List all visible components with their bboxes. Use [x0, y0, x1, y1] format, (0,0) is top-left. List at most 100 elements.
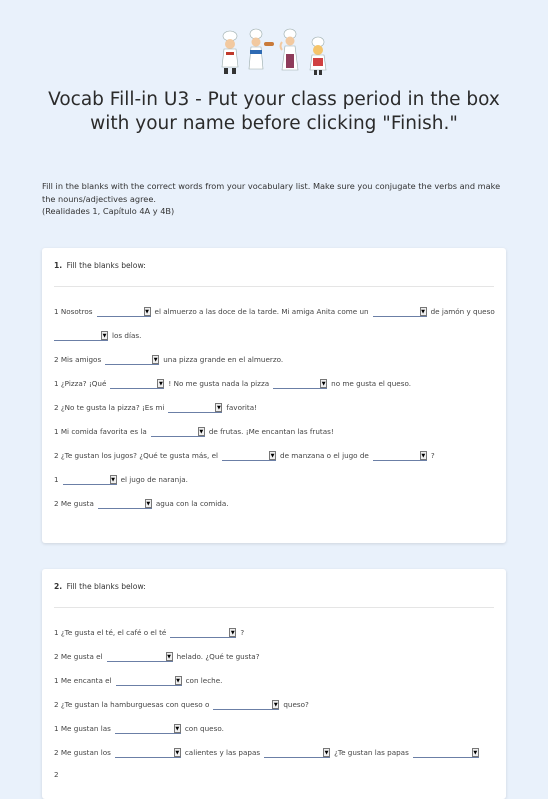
- blank-dropdown[interactable]: ▼: [114, 724, 181, 734]
- chevron-down-icon: ▼: [323, 748, 331, 757]
- sentence-text: 1: [54, 475, 59, 484]
- blank-dropdown[interactable]: ▼: [372, 307, 427, 317]
- sentence-text: el almuerzo a las doce de la tarde. Mi a…: [154, 307, 369, 316]
- chevron-down-icon: ▼: [419, 307, 427, 316]
- question-number: 1.: [54, 261, 63, 270]
- sentence-line: 1 ▼ el jugo de naranja.: [54, 474, 188, 486]
- sentence-line: 2 Mis amigos ▼ una pizza grande en el almu…: [54, 354, 283, 366]
- sentence-text: 2 ¿Te gustan la hamburguesas con queso o: [54, 700, 210, 709]
- blank-dropdown[interactable]: ▼: [114, 748, 181, 758]
- chevron-down-icon: ▼: [419, 451, 427, 460]
- sentence-line: 1 ¿Pizza? ¡Qué ▼! No me gusta nada la piz…: [54, 378, 411, 390]
- sentence-text: 2 ¿Te gustan los jugos? ¿Qué te gusta má…: [54, 451, 219, 460]
- divider: [54, 286, 494, 287]
- blank-dropdown[interactable]: ▼: [412, 748, 479, 758]
- sentence-text: 1 ¿Pizza? ¡Qué: [54, 379, 107, 388]
- blank-dropdown[interactable]: ▼: [222, 451, 277, 461]
- chevron-down-icon: ▼: [320, 379, 328, 388]
- sentence-line: 2 Me gusta el ▼ helado. ¿Qué te gusta?: [54, 651, 260, 663]
- sentence-text: 2 Mis amigos: [54, 355, 102, 364]
- sentence-text: 1 Nosotros: [54, 307, 93, 316]
- sentence-line: 1 ¿Te gusta el té, el café o el té ▼?: [54, 627, 244, 639]
- chevron-down-icon: ▼: [101, 331, 108, 340]
- sentence-text: ?: [240, 628, 245, 637]
- sentence-text: helado. ¿Qué te gusta?: [176, 652, 260, 661]
- divider: [54, 607, 494, 608]
- sentence-line: 2 ¿Te gustan los jugos? ¿Qué te gusta má…: [54, 450, 435, 462]
- blank-dropdown[interactable]: ▼: [115, 676, 182, 686]
- blank-dropdown[interactable]: ▼: [372, 451, 427, 461]
- sentence-text: no me gusta el queso.: [331, 379, 411, 388]
- sentence-line: 2 ¿No te gusta la pizza? ¡Es mi ▼ favorita…: [54, 402, 257, 414]
- question-header: 2. Fill the blanks below:: [54, 582, 146, 591]
- intro-text: Fill in the blanks with the correct word…: [42, 181, 501, 204]
- intro-source: (Realidades 1, Capítulo 4A y 4B): [42, 206, 175, 216]
- sentence-text: 1 Me gustan las: [54, 724, 111, 733]
- blank-dropdown[interactable]: ▼: [170, 628, 237, 638]
- question-card-2: 2. Fill the blanks below: 1 ¿Te gusta el…: [42, 569, 506, 799]
- sentence-line: 1 Nosotros ▼ el almuerzo a las doce de la …: [54, 306, 495, 318]
- sentence-text: 1 Mi comida favorita es la: [54, 427, 147, 436]
- chevron-down-icon: ▼: [229, 628, 237, 637]
- chevron-down-icon: ▼: [174, 676, 182, 685]
- chevron-down-icon: ▼: [471, 748, 479, 757]
- sentence-text: con leche.: [185, 676, 223, 685]
- sentence-text: 1 Me encanta el: [54, 676, 112, 685]
- blank-dropdown[interactable]: ▼: [105, 355, 160, 365]
- blank-dropdown[interactable]: ▼: [62, 475, 117, 485]
- sentence-text: 2 Me gusta el: [54, 652, 103, 661]
- sentence-text: una pizza grande en el almuerzo.: [163, 355, 284, 364]
- sentence-line: 2 Me gusta ▼ agua con la comida.: [54, 498, 229, 510]
- sentence-line: ▼ los días.: [54, 330, 141, 342]
- sentence-text: ! No me gusta nada la pizza: [168, 379, 270, 388]
- sentence-line: 2 Me gustan los ▼ calientes y las papas ▼ ¿T…: [54, 747, 483, 759]
- question-header: 1. Fill the blanks below:: [54, 261, 146, 270]
- blank-dropdown[interactable]: ▼: [264, 748, 331, 758]
- sentence-text: con queso.: [184, 724, 224, 733]
- chevron-down-icon: ▼: [173, 748, 181, 757]
- sentence-line: 2: [54, 769, 59, 781]
- sentence-text: 2 Me gusta: [54, 499, 94, 508]
- question-prompt: Fill the blanks below:: [66, 261, 146, 270]
- sentence-text: queso?: [283, 700, 309, 709]
- question-card-1: 1. Fill the blanks below: 1 Nosotros ▼ el …: [42, 248, 506, 543]
- sentence-text: 2 ¿No te gusta la pizza? ¡Es mi: [54, 403, 165, 412]
- blank-dropdown[interactable]: ▼: [273, 379, 328, 389]
- blank-dropdown[interactable]: ▼: [96, 307, 151, 317]
- chevron-down-icon: ▼: [272, 700, 280, 709]
- chevron-down-icon: ▼: [157, 379, 165, 388]
- chefs-illustration-icon: [221, 28, 327, 75]
- chevron-down-icon: ▼: [215, 403, 223, 412]
- sentence-text: 2: [54, 770, 59, 779]
- blank-dropdown[interactable]: ▼: [213, 700, 280, 710]
- sentence-text: de manzana o el jugo de: [280, 451, 369, 460]
- chevron-down-icon: ▼: [144, 499, 152, 508]
- chevron-down-icon: ▼: [173, 724, 181, 733]
- sentence-text: agua con la comida.: [155, 499, 229, 508]
- blank-dropdown[interactable]: ▼: [168, 403, 223, 413]
- sentence-line: 2 ¿Te gustan la hamburguesas con queso o…: [54, 699, 309, 711]
- sentence-text: el jugo de naranja.: [120, 475, 188, 484]
- blank-dropdown[interactable]: ▼: [54, 331, 108, 341]
- sentence-text: favorita!: [226, 403, 258, 412]
- sentence-text: 2 Me gustan los: [54, 748, 111, 757]
- blank-dropdown[interactable]: ▼: [110, 379, 165, 389]
- form-description: Fill in the blanks with the correct word…: [42, 180, 512, 218]
- chevron-down-icon: ▼: [269, 451, 277, 460]
- question-prompt: Fill the blanks below:: [66, 582, 146, 591]
- form-title: Vocab Fill-in U3 - Put your class period…: [48, 89, 500, 134]
- chevron-down-icon: ▼: [197, 427, 205, 436]
- blank-dropdown[interactable]: ▼: [97, 499, 152, 509]
- sentence-text: ?: [430, 451, 435, 460]
- blank-dropdown[interactable]: ▼: [106, 652, 173, 662]
- sentence-text: de frutas. ¡Me encantan las frutas!: [208, 427, 334, 436]
- question-number: 2.: [54, 582, 63, 591]
- sentence-text: 1 ¿Te gusta el té, el café o el té: [54, 628, 167, 637]
- sentence-text: ¿Te gustan las papas: [334, 748, 409, 757]
- sentence-line: 1 Me gustan las ▼ con queso.: [54, 723, 224, 735]
- sentence-line: 1 Mi comida favorita es la ▼ de frutas. ¡M…: [54, 426, 334, 438]
- chevron-down-icon: ▼: [109, 475, 117, 484]
- blank-dropdown[interactable]: ▼: [150, 427, 205, 437]
- sentence-line: 1 Me encanta el ▼ con leche.: [54, 675, 222, 687]
- sentence-text: calientes y las papas: [184, 748, 261, 757]
